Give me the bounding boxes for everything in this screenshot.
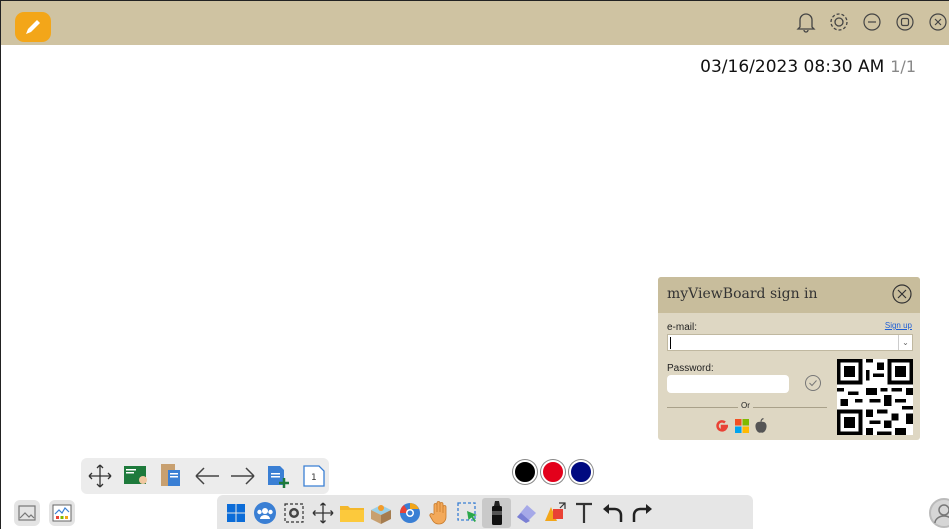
undo-icon[interactable]: [598, 498, 627, 528]
signin-header: myViewBoard sign in: [658, 277, 920, 313]
whiteboard-window: 03/16/2023 08:30 AM 1/1 myViewBoard sign …: [0, 0, 949, 529]
or-label: Or: [738, 401, 753, 410]
apple-icon[interactable]: [754, 418, 768, 434]
signin-close-icon[interactable]: [891, 283, 913, 305]
eraser-icon[interactable]: [511, 498, 540, 528]
pencil-icon: [26, 20, 40, 34]
marker-pen-icon[interactable]: [482, 497, 511, 528]
embed-box-icon[interactable]: [366, 498, 395, 528]
image-icon: [18, 505, 36, 521]
pen-color-palette: [513, 460, 593, 484]
page-tools-bar: 1: [81, 458, 329, 494]
window-controls: [794, 9, 949, 35]
google-icon[interactable]: [714, 418, 730, 434]
color-black[interactable]: [513, 460, 537, 484]
date-time-display: 03/16/2023 08:30 AM 1/1: [700, 57, 916, 77]
svg-text:1: 1: [311, 473, 317, 483]
password-label: Password:: [667, 363, 714, 374]
background-image-button[interactable]: [14, 500, 40, 526]
participants-icon[interactable]: [250, 498, 279, 528]
main-toolbar: [217, 495, 753, 529]
dashboard-icon: [52, 504, 72, 522]
screen-capture-icon[interactable]: [279, 498, 308, 528]
social-login-row: [714, 418, 768, 434]
microsoft-icon[interactable]: [734, 418, 750, 434]
windows-start-icon[interactable]: [221, 498, 250, 528]
text-caret: [670, 337, 671, 349]
add-page-icon[interactable]: [264, 461, 294, 491]
settings-gear-icon[interactable]: [827, 9, 851, 35]
user-avatar-button[interactable]: [929, 498, 949, 528]
text-tool-icon[interactable]: [569, 498, 598, 528]
select-icon[interactable]: [453, 498, 482, 528]
hand-pan-icon[interactable]: [424, 498, 453, 528]
clipboard-icon[interactable]: [156, 461, 186, 491]
move-icon[interactable]: [308, 498, 337, 528]
browser-icon[interactable]: [395, 498, 424, 528]
restore-icon[interactable]: [893, 9, 917, 35]
page-indicator[interactable]: 1/1: [890, 57, 916, 76]
previous-page-icon[interactable]: [192, 461, 222, 491]
signin-title: myViewBoard sign in: [667, 286, 818, 302]
bell-icon[interactable]: [794, 9, 818, 35]
user-icon: [934, 504, 949, 524]
color-red[interactable]: [541, 460, 565, 484]
redo-icon[interactable]: [627, 498, 656, 528]
minimize-icon[interactable]: [860, 9, 884, 35]
email-dropdown-icon[interactable]: ⌄: [898, 335, 912, 350]
title-bar: [1, 1, 949, 45]
folder-icon[interactable]: [337, 498, 366, 528]
email-field[interactable]: ⌄: [667, 334, 913, 351]
shapes-icon[interactable]: [540, 498, 569, 528]
pen-menu-button[interactable]: [15, 12, 51, 42]
signin-panel: myViewBoard sign in e-mail: Sign up ⌄ Pa…: [658, 277, 920, 440]
widgets-button[interactable]: [49, 500, 75, 526]
next-page-icon[interactable]: [228, 461, 258, 491]
email-label: e-mail:: [667, 322, 698, 333]
color-navy[interactable]: [569, 460, 593, 484]
whiteboard-icon[interactable]: [121, 461, 151, 491]
close-icon[interactable]: [926, 9, 949, 35]
page-number-icon[interactable]: 1: [299, 461, 329, 491]
datetime-text: 03/16/2023 08:30 AM: [700, 57, 885, 77]
signup-link[interactable]: Sign up: [885, 321, 912, 330]
qr-code: [837, 359, 913, 435]
move-toolbar-icon[interactable]: [85, 461, 115, 491]
password-field[interactable]: [667, 375, 789, 393]
submit-check-icon[interactable]: [804, 374, 822, 392]
